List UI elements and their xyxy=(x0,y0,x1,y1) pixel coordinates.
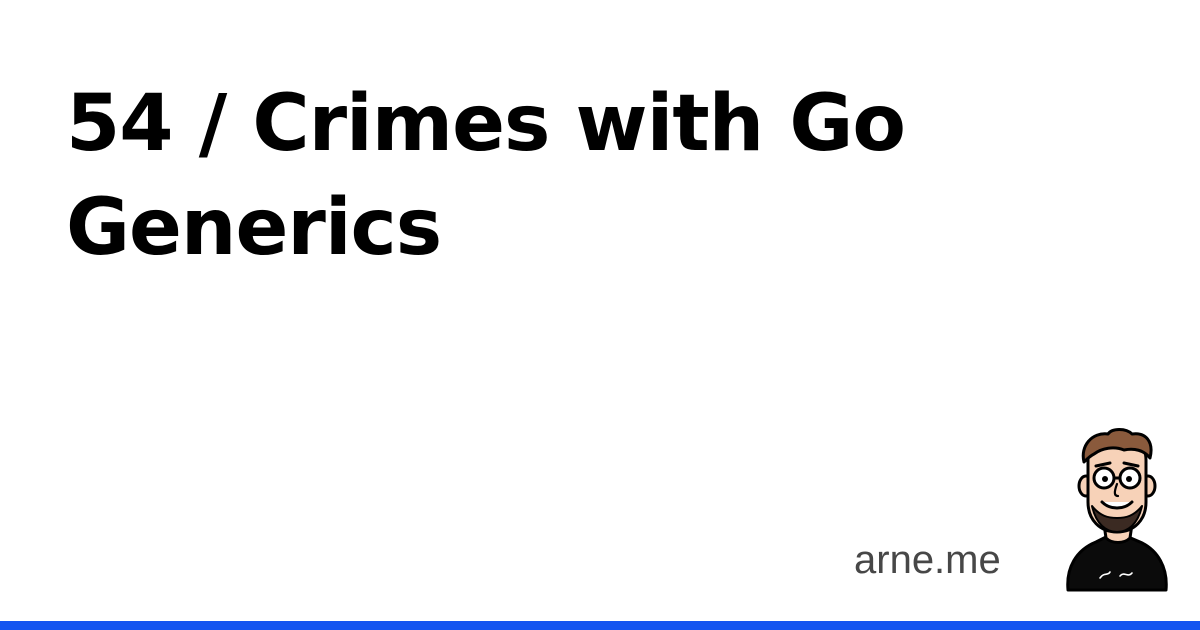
site-domain: arne.me xyxy=(854,538,1001,582)
page-title: 54 / Crimes with Go Generics xyxy=(66,79,906,273)
accent-bar xyxy=(0,621,1200,630)
cartoon-face-avatar-icon xyxy=(1066,428,1168,592)
